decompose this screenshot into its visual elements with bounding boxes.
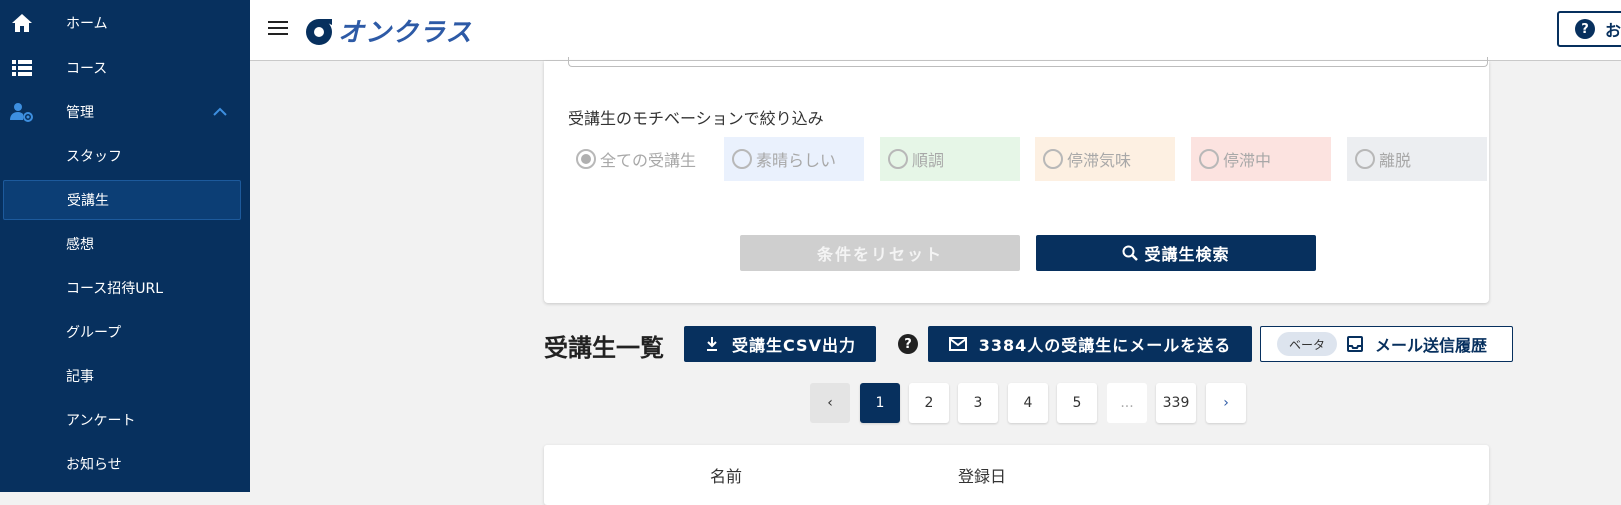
sidebar-item-staff[interactable]: スタッフ (0, 136, 250, 176)
radio-icon (576, 149, 596, 169)
radio-icon (1043, 149, 1063, 169)
radio-icon (888, 149, 908, 169)
sidebar-item-feedback[interactable]: 感想 (0, 224, 250, 264)
hamburger-menu-icon[interactable] (268, 21, 288, 37)
page-number: 4 (1023, 395, 1033, 411)
page-number: 3 (973, 395, 983, 411)
motivation-filter-title: 受講生のモチベーションで絞り込み (568, 109, 824, 128)
option-label: 離脱 (1379, 151, 1412, 170)
user-gear-icon (10, 102, 34, 122)
sidebar-item-label: 記事 (66, 369, 94, 385)
sidebar-item-label: アンケート (66, 413, 136, 429)
column-header-registered-date[interactable]: 登録日 (958, 463, 1006, 487)
pagination-next-button[interactable]: › (1206, 383, 1246, 423)
students-table: 名前 登録日 (544, 445, 1489, 505)
pagination-page[interactable]: 3 (958, 383, 998, 423)
motivation-option-on-track[interactable]: 順調 (880, 137, 1020, 181)
option-label: 順調 (912, 151, 945, 170)
sidebar-item-courses[interactable]: コース (0, 48, 250, 88)
radio-icon (1199, 149, 1219, 169)
sidebar-item-label: 感想 (66, 237, 94, 253)
search-button-label: 受講生検索 (1144, 245, 1230, 264)
search-icon (1122, 245, 1139, 261)
sidebar-item-label: 受講生 (67, 193, 109, 209)
sidebar-item-admin[interactable]: 管理 (0, 92, 250, 132)
mail-history-button[interactable]: ベータ メール送信履歴 (1260, 326, 1513, 362)
pagination-page[interactable]: 1 (860, 383, 900, 423)
sidebar-item-surveys[interactable]: アンケート (0, 400, 250, 440)
sidebar-item-label: コース (66, 61, 108, 77)
search-students-button[interactable]: 受講生検索 (1036, 235, 1316, 271)
mail-icon (948, 337, 967, 351)
send-mail-button[interactable]: 3384人の受講生にメールを送る (928, 326, 1252, 362)
help-button-label: お (1605, 21, 1621, 40)
option-label: 停滞中 (1223, 151, 1272, 170)
reset-conditions-button[interactable]: 条件をリセット (740, 235, 1020, 271)
sidebar-item-students[interactable]: 受講生 (3, 180, 241, 220)
pagination-page[interactable]: 4 (1008, 383, 1048, 423)
logo-text: オンクラス (338, 18, 473, 48)
list-icon (10, 58, 34, 78)
motivation-option-stalled[interactable]: 停滞中 (1191, 137, 1331, 181)
column-header-name[interactable]: 名前 (710, 463, 742, 487)
help-icon: ? (1575, 19, 1595, 39)
csv-button-label: 受講生CSV出力 (732, 336, 856, 355)
sidebar-item-groups[interactable]: グループ (0, 312, 250, 352)
sidebar-item-notices[interactable]: お知らせ (0, 444, 250, 484)
page-number: 5 (1072, 395, 1082, 411)
chevron-left-icon: ‹ (827, 395, 833, 411)
send-mail-label: 3384人の受講生にメールを送る (978, 336, 1232, 355)
motivation-option-slowing[interactable]: 停滞気味 (1035, 137, 1175, 181)
option-label: 全ての受講生 (600, 151, 697, 170)
sidebar-item-label: 管理 (66, 105, 94, 121)
sidebar: ホーム コース 管理 スタッフ 受講生 感想 コース招待URL グループ 記事 … (0, 0, 250, 492)
sidebar-item-course-invite-url[interactable]: コース招待URL (0, 268, 250, 308)
pagination-page[interactable]: 2 (909, 383, 949, 423)
home-icon (10, 13, 34, 33)
beta-badge: ベータ (1277, 332, 1337, 356)
motivation-option-all[interactable]: 全ての受講生 (568, 137, 708, 181)
help-button[interactable]: ? お (1557, 11, 1621, 47)
pagination-page[interactable]: 339 (1156, 383, 1196, 423)
option-label: 素晴らしい (756, 151, 837, 170)
sidebar-item-label: コース招待URL (66, 281, 164, 297)
option-label: 停滞気味 (1067, 151, 1132, 170)
page-ellipsis: ... (1120, 395, 1134, 411)
motivation-option-excellent[interactable]: 素晴らしい (724, 137, 864, 181)
sidebar-item-home[interactable]: ホーム (0, 3, 250, 43)
export-csv-button[interactable]: 受講生CSV出力 (684, 326, 876, 362)
logo[interactable]: オンクラス (304, 12, 472, 49)
sidebar-item-label: スタッフ (66, 149, 122, 165)
chevron-up-icon[interactable] (212, 104, 228, 124)
chevron-right-icon: › (1223, 395, 1229, 411)
pagination-ellipsis: ... (1107, 383, 1147, 423)
sidebar-item-label: グループ (66, 325, 122, 341)
help-icon[interactable]: ? (898, 334, 918, 354)
radio-icon (1355, 149, 1375, 169)
download-icon (707, 337, 718, 351)
previous-input-field[interactable] (568, 57, 1488, 67)
logo-mark-icon (306, 18, 332, 45)
filter-card: 受講生のモチベーションで絞り込み 全ての受講生 素晴らしい 順調 停滞気味 停滞… (544, 57, 1489, 303)
radio-icon (732, 149, 752, 169)
motivation-option-dropped[interactable]: 離脱 (1347, 137, 1487, 181)
sidebar-item-label: お知らせ (66, 457, 122, 473)
top-header: オンクラス ? お (250, 0, 1621, 61)
sidebar-item-label: ホーム (66, 16, 108, 32)
students-list-title: 受講生一覧 (544, 334, 664, 362)
pagination-prev-button[interactable]: ‹ (810, 383, 850, 423)
page-number: 1 (875, 395, 885, 411)
inbox-icon (1347, 336, 1363, 352)
reset-button-label: 条件をリセット (816, 245, 943, 264)
sidebar-item-articles[interactable]: 記事 (0, 356, 250, 396)
mail-history-label: メール送信履歴 (1375, 336, 1488, 355)
page-number: 339 (1162, 395, 1190, 411)
pagination-page[interactable]: 5 (1057, 383, 1097, 423)
page-number: 2 (924, 395, 934, 411)
